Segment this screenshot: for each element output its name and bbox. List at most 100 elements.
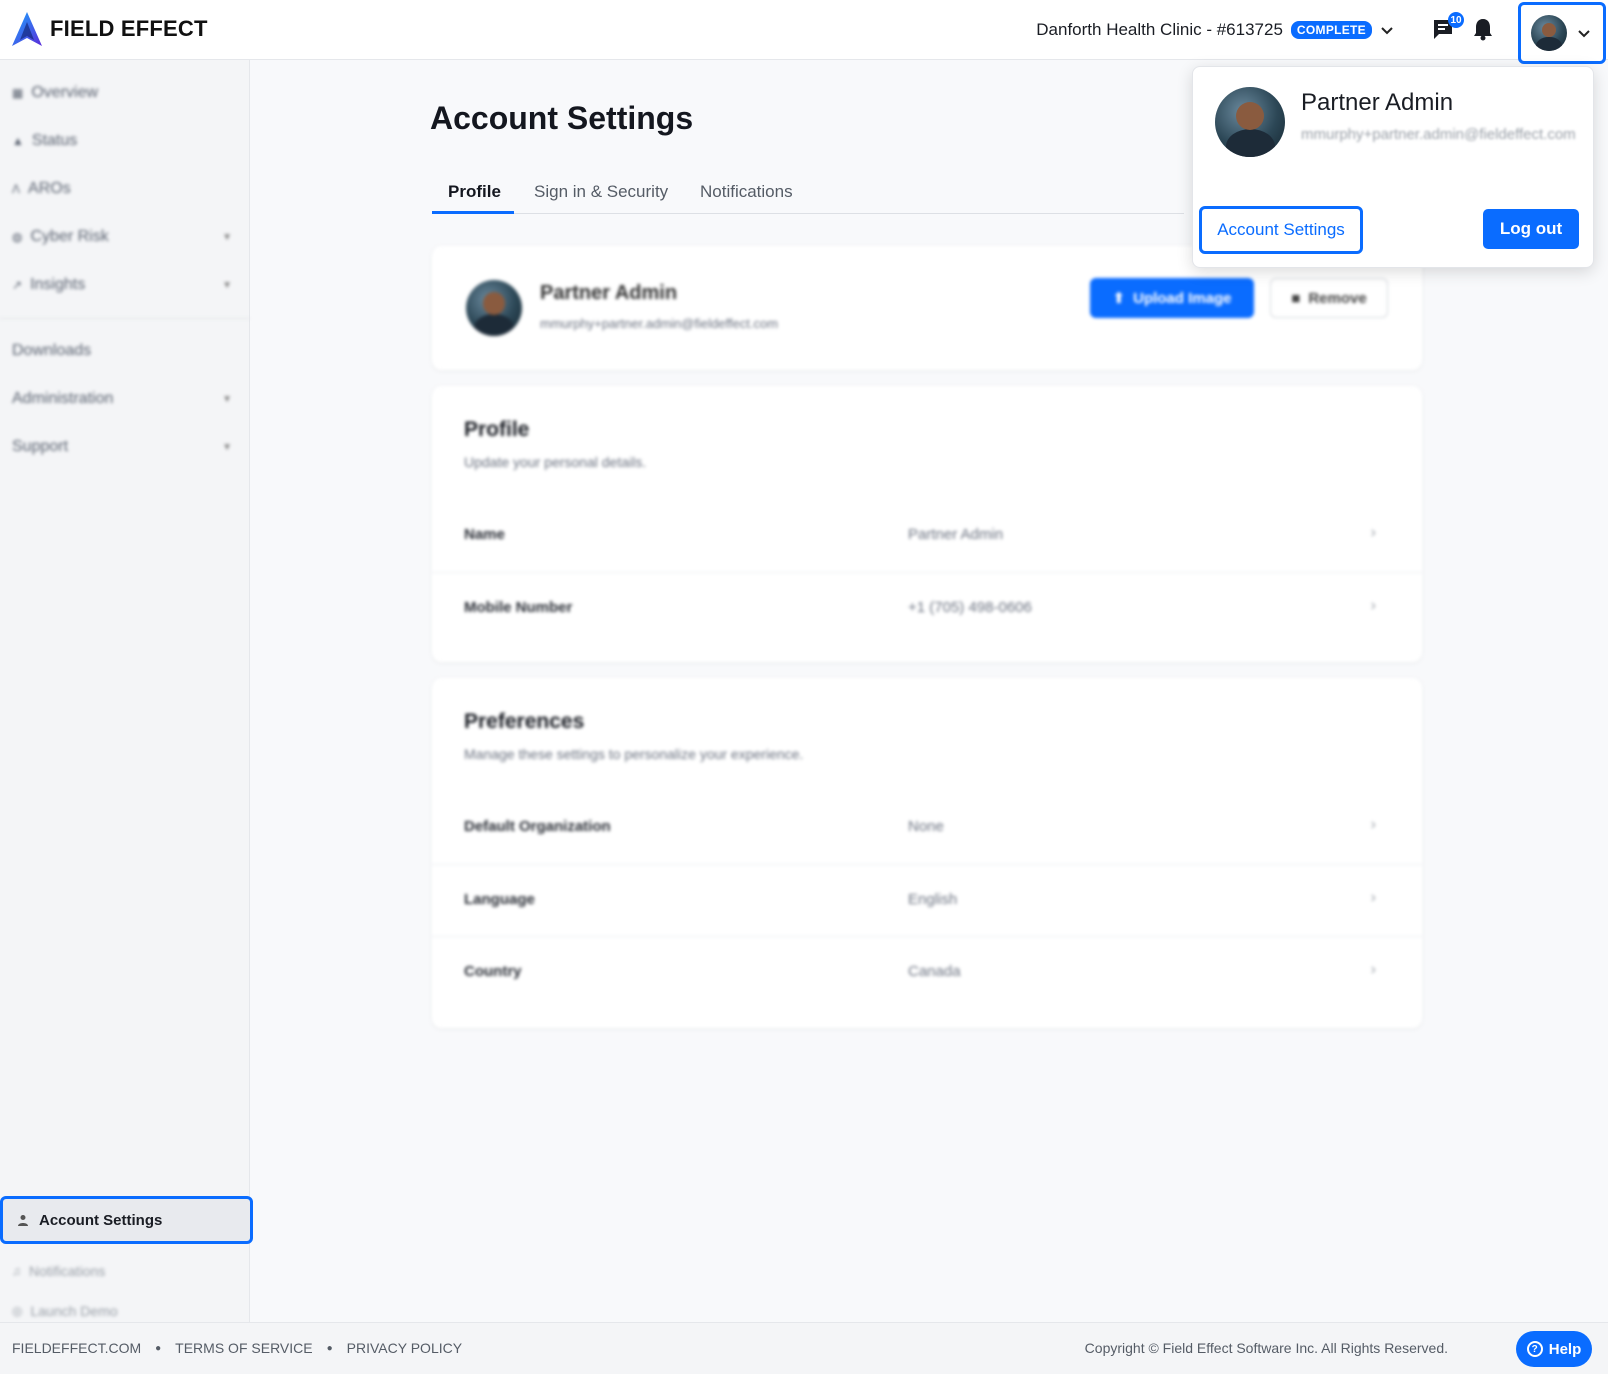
chevron-down-icon: ▼ xyxy=(222,441,232,453)
remove-image-button[interactable]: ■ Remove xyxy=(1270,278,1388,318)
dropdown-user-name: Partner Admin xyxy=(1301,89,1454,116)
section-subtitle: Manage these settings to personalize you… xyxy=(464,746,804,762)
footer-link-terms[interactable]: TERMS OF SERVICE xyxy=(175,1340,312,1356)
chevron-right-icon: › xyxy=(1370,597,1376,614)
copyright-text: Copyright © Field Effect Software Inc. A… xyxy=(1084,1340,1448,1356)
footer: FIELDEFFECT.COM ● TERMS OF SERVICE ● PRI… xyxy=(0,1322,1608,1374)
chevron-right-icon: › xyxy=(1370,524,1376,541)
row-label: Country xyxy=(464,963,522,980)
sidebar-item-notifications[interactable]: ♫ Notifications xyxy=(12,1256,232,1286)
sidebar: ▦ Overview ▲ Status Λ AROs ◍ Cyber Risk … xyxy=(0,60,253,1322)
active-tab-indicator xyxy=(432,211,514,214)
sidebar-item-insights[interactable]: ↗ Insights ▼ xyxy=(12,270,232,300)
table-row[interactable]: Country Canada › xyxy=(432,936,1422,1008)
sidebar-item-label: Launch Demo xyxy=(30,1303,118,1319)
table-row[interactable]: Language English › xyxy=(432,864,1422,936)
avatar xyxy=(1531,15,1567,51)
sidebar-item-status[interactable]: ▲ Status xyxy=(12,126,232,156)
footer-link-privacy[interactable]: PRIVACY POLICY xyxy=(347,1340,462,1356)
user-icon xyxy=(18,1215,28,1226)
notifications-button[interactable] xyxy=(1470,16,1496,42)
upload-icon: ⬆ xyxy=(1112,290,1126,307)
play-icon: ◎ xyxy=(12,1304,23,1318)
sidebar-item-label: Cyber Risk xyxy=(30,228,109,245)
avatar xyxy=(1215,87,1285,157)
status-badge: COMPLETE xyxy=(1290,21,1372,39)
sidebar-item-overview[interactable]: ▦ Overview xyxy=(12,78,232,108)
bell-icon xyxy=(1474,19,1492,41)
logo-text: FIELD EFFECT xyxy=(50,16,208,41)
row-value: None xyxy=(908,818,944,835)
sidebar-item-label: Status xyxy=(31,132,78,149)
sidebar-item-label: Account Settings xyxy=(39,1211,163,1229)
sidebar-item-label: Notifications xyxy=(29,1263,106,1279)
upload-image-button[interactable]: ⬆ Upload Image xyxy=(1090,278,1254,318)
sidebar-item-label: Overview xyxy=(31,84,99,101)
tab-profile[interactable]: Profile xyxy=(448,182,501,202)
dropdown-user-email: mmurphy+partner.admin@fieldeffect.com xyxy=(1301,126,1576,143)
sidebar-item-aros[interactable]: Λ AROs xyxy=(12,174,232,204)
upload-image-label: Upload Image xyxy=(1133,289,1232,307)
tab-notifications[interactable]: Notifications xyxy=(700,182,793,202)
chevron-down-icon xyxy=(1578,30,1590,38)
sidebar-item-administration[interactable]: Administration ▼ xyxy=(12,384,232,414)
settings-tabs: Profile Sign in & Security Notifications xyxy=(432,172,1184,214)
trash-icon: ■ xyxy=(1291,289,1301,307)
messages-button[interactable]: 10 xyxy=(1430,12,1464,42)
page-title: Account Settings xyxy=(430,100,694,136)
sidebar-item-label: Administration xyxy=(12,390,114,407)
grid-icon: ▦ xyxy=(12,86,24,100)
profile-email: mmurphy+partner.admin@fieldeffect.com xyxy=(540,316,779,331)
chevron-down-icon: ▼ xyxy=(222,393,232,405)
trend-icon: ↗ xyxy=(12,278,23,292)
logout-button[interactable]: Log out xyxy=(1483,209,1579,249)
question-icon: ? xyxy=(1526,1341,1543,1357)
chevron-down-icon: ▼ xyxy=(222,231,232,243)
sidebar-item-label: Support xyxy=(12,438,69,455)
tab-sign-in-security[interactable]: Sign in & Security xyxy=(534,182,668,202)
chevron-right-icon: › xyxy=(1370,889,1376,906)
bell-icon: ♫ xyxy=(12,1264,21,1278)
chevron-right-icon: › xyxy=(1370,961,1376,978)
user-menu-button[interactable] xyxy=(1518,2,1606,64)
row-value: +1 (705) 498-0606 xyxy=(908,599,1032,616)
sidebar-item-cyber-risk[interactable]: ◍ Cyber Risk ▼ xyxy=(12,222,232,252)
preferences-section-card: Preferences Manage these settings to per… xyxy=(432,678,1422,1028)
help-button[interactable]: ? Help xyxy=(1516,1331,1592,1367)
divider xyxy=(0,318,250,319)
section-title: Preferences xyxy=(464,710,585,733)
row-label: Language xyxy=(464,891,535,908)
help-label: Help xyxy=(1548,1340,1582,1358)
separator-dot: ● xyxy=(155,1342,162,1354)
sidebar-item-support[interactable]: Support ▼ xyxy=(12,432,232,462)
message-count-badge: 10 xyxy=(1448,12,1464,28)
chevron-down-icon xyxy=(1381,27,1393,35)
organization-selector[interactable]: Danforth Health Clinic - #613725 COMPLET… xyxy=(1036,17,1394,43)
row-value: English xyxy=(908,891,958,908)
chevron-right-icon: › xyxy=(1370,816,1376,833)
top-bar: FIELD EFFECT Danforth Health Clinic - #6… xyxy=(0,0,1608,64)
sidebar-item-downloads[interactable]: Downloads xyxy=(12,336,232,366)
footer-links: FIELDEFFECT.COM ● TERMS OF SERVICE ● PRI… xyxy=(12,1340,462,1356)
section-title: Profile xyxy=(464,418,530,441)
profile-section-card: Profile Update your personal details. Na… xyxy=(432,386,1422,662)
pulse-icon: ▲ xyxy=(12,134,24,148)
remove-image-label: Remove xyxy=(1308,289,1367,307)
table-row[interactable]: Mobile Number +1 (705) 498-0606 › xyxy=(432,572,1422,644)
avatar xyxy=(466,280,522,336)
section-subtitle: Update your personal details. xyxy=(464,454,647,470)
field-effect-logo-icon xyxy=(12,12,42,46)
table-row[interactable]: Name Partner Admin › xyxy=(432,500,1422,572)
row-value: Partner Admin xyxy=(908,526,1004,543)
row-label: Name xyxy=(464,526,505,543)
organization-name: Danforth Health Clinic - #613725 xyxy=(1036,20,1283,39)
chevron-down-icon: ▼ xyxy=(222,279,232,291)
sidebar-item-label: Downloads xyxy=(12,342,92,359)
table-row[interactable]: Default Organization None › xyxy=(432,792,1422,864)
user-dropdown-menu: Partner Admin mmurphy+partner.admin@fiel… xyxy=(1192,66,1594,268)
sidebar-item-account-settings[interactable]: Account Settings xyxy=(0,1196,253,1244)
account-settings-link[interactable]: Account Settings xyxy=(1199,206,1363,254)
footer-link-fieldeffect[interactable]: FIELDEFFECT.COM xyxy=(12,1340,141,1356)
logo[interactable]: FIELD EFFECT xyxy=(12,12,208,46)
aro-icon: Λ xyxy=(12,182,21,196)
